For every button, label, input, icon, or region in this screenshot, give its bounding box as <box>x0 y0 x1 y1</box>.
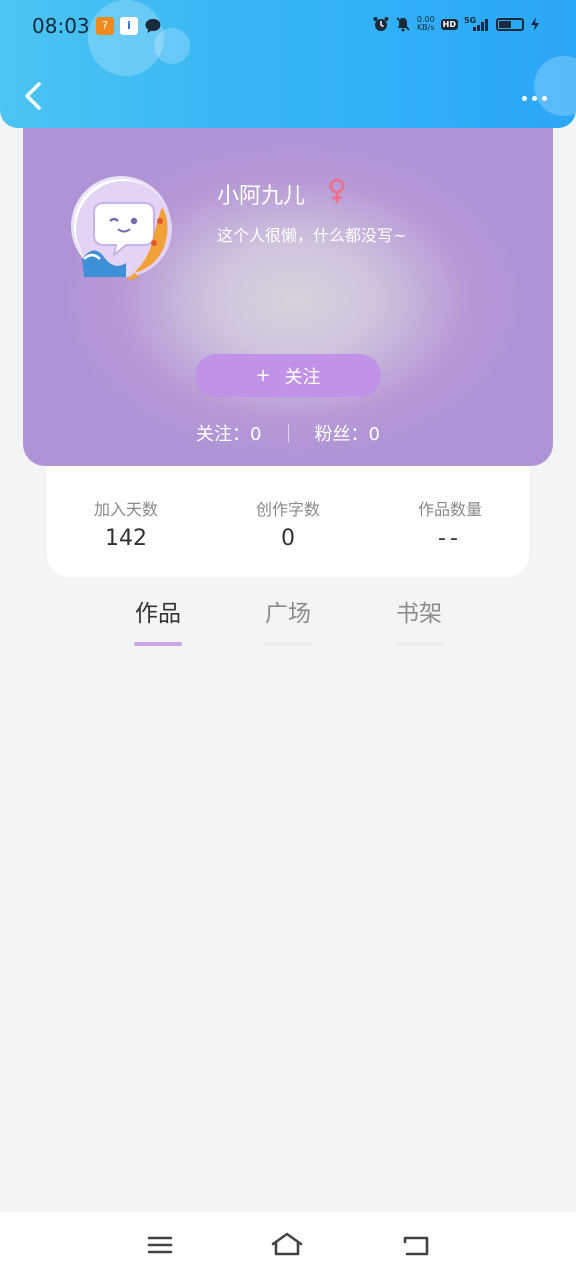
more-dots-icon <box>531 95 537 101</box>
chat-bubble-icon <box>145 19 161 33</box>
signal-5g-icon: 5G <box>464 16 488 31</box>
bio-text: 这个人很懒，什么都没写~ <box>217 226 407 245</box>
tab-bar: 作品 广场 书架 <box>0 594 576 646</box>
stat-value: -- <box>438 526 462 551</box>
status-time: 08:03 <box>32 14 90 38</box>
home-icon <box>271 1232 303 1256</box>
tab-underline <box>395 642 443 646</box>
status-bar: 08:03 ? i 0.00 KB/s HD 5G <box>0 0 576 52</box>
stat-value: 142 <box>105 526 147 551</box>
app-notification-icon: ? <box>96 17 114 35</box>
followers-label: 粉丝： <box>314 424 369 445</box>
alarm-icon <box>373 17 389 31</box>
tab-underline <box>134 642 182 646</box>
more-dots-icon <box>541 95 547 101</box>
profile-card: 小阿九儿 这个人很懒，什么都没写~ + 关注 关注：0 粉丝：0 <box>23 110 553 466</box>
stat-label: 创作字数 <box>255 500 320 519</box>
tab-underline <box>264 642 312 646</box>
avatar-illustration-icon <box>76 181 172 281</box>
header-bar: 08:03 ? i 0.00 KB/s HD 5G <box>0 0 576 128</box>
followers-stat[interactable]: 粉丝：0 <box>315 420 380 446</box>
home-button[interactable] <box>270 1230 304 1260</box>
menu-icon <box>147 1236 173 1254</box>
stats-card: 加入天数 142 创作字数 0 作品数量 -- <box>47 466 529 577</box>
tab-bookshelf[interactable]: 书架 <box>379 594 459 646</box>
following-stat[interactable]: 关注：0 <box>196 420 261 446</box>
followers-count: 0 <box>368 424 380 445</box>
tab-label: 作品 <box>135 601 181 627</box>
more-button[interactable] <box>516 86 552 110</box>
chevron-left-icon <box>25 82 41 110</box>
stat-label: 加入天数 <box>93 500 158 519</box>
return-icon <box>403 1236 429 1256</box>
tab-label: 广场 <box>265 601 311 627</box>
stat-value: 0 <box>281 526 295 551</box>
status-indicators: 0.00 KB/s HD 5G <box>373 16 540 32</box>
plus-icon: + <box>255 365 271 386</box>
stat-divider <box>287 424 289 442</box>
tab-label: 书架 <box>396 601 442 627</box>
stat-join-days: 加入天数 142 <box>56 496 196 551</box>
following-label: 关注： <box>196 424 251 445</box>
battery-icon <box>496 17 524 31</box>
following-count: 0 <box>250 424 262 445</box>
follow-button-label: 关注 <box>284 366 321 388</box>
username: 小阿九儿 <box>217 184 306 209</box>
avatar[interactable] <box>71 176 172 281</box>
charging-icon <box>531 17 539 31</box>
follow-stats: 关注：0 粉丝：0 <box>23 420 553 446</box>
menu-button[interactable] <box>143 1230 177 1260</box>
app-notification-icon: i <box>120 17 138 35</box>
tab-works[interactable]: 作品 <box>118 594 198 646</box>
follow-button[interactable]: + 关注 <box>195 354 381 397</box>
mute-bell-icon <box>396 17 410 32</box>
more-dots-icon <box>521 95 527 101</box>
stat-works-count: 作品数量 -- <box>380 496 520 551</box>
stat-word-count: 创作字数 0 <box>218 496 358 551</box>
hd-badge: HD <box>440 18 458 30</box>
net-speed-indicator: 0.00 KB/s <box>417 16 435 32</box>
female-gender-icon <box>329 178 345 203</box>
net-speed-unit: KB/s <box>416 23 435 32</box>
stat-label: 作品数量 <box>417 500 482 519</box>
back-nav-button[interactable] <box>399 1230 433 1260</box>
network-label: 5G <box>464 16 476 25</box>
back-button[interactable] <box>18 78 48 114</box>
system-nav-bar <box>0 1212 576 1280</box>
tab-square[interactable]: 广场 <box>248 594 328 646</box>
